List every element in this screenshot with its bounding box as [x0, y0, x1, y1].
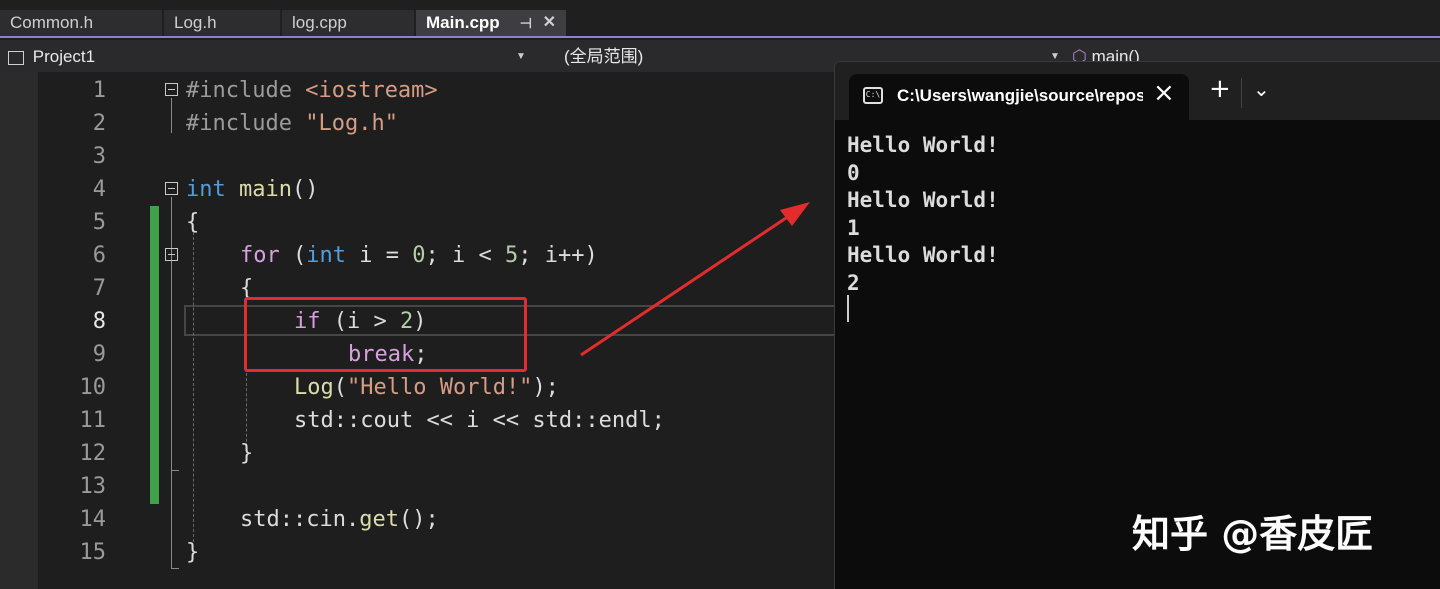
code-line-10: Log("Hello World!");	[294, 371, 559, 404]
tab-label: Common.h	[10, 13, 94, 32]
code-line-1: #include <iostream>	[186, 74, 438, 107]
line-number-current: 8	[92, 309, 106, 334]
chevron-down-icon[interactable]: ⌄	[1253, 76, 1270, 102]
type-keyword: int	[186, 177, 226, 202]
tab-label: Log.h	[174, 13, 217, 32]
line-number: 10	[79, 375, 107, 400]
chevron-down-icon: ▼	[516, 51, 526, 62]
code-text: ; i <	[425, 243, 505, 268]
line-number: 3	[92, 144, 106, 169]
pin-icon[interactable]: ⊣	[520, 10, 532, 36]
tab-common-h[interactable]: Common.h	[0, 10, 162, 36]
line-number: 6	[92, 243, 106, 268]
terminal-tab-bar: C:\ C:\Users\wangjie\source\repos × + ⌄	[835, 62, 1440, 120]
watermark: 知乎 @香皮匠	[1132, 512, 1374, 556]
brace: {	[186, 210, 200, 235]
terminal-output: Hello World! 0 Hello World! 1 Hello Worl…	[847, 132, 999, 297]
code-text: ; i++)	[518, 243, 598, 268]
close-icon[interactable]: ×	[1153, 80, 1175, 106]
number: 0	[412, 243, 426, 268]
output-line: Hello World!	[847, 133, 999, 157]
code-line-15: }	[186, 536, 199, 569]
code-text: i =	[346, 243, 413, 268]
code-text: std::cout << i << std::endl;	[294, 408, 665, 433]
output-line: 1	[847, 215, 860, 240]
code-line-12: }	[240, 437, 253, 470]
string-literal: "Hello World!"	[347, 375, 533, 400]
line-number: 7	[92, 276, 106, 301]
output-line: 2	[847, 270, 860, 295]
new-tab-button[interactable]: +	[1209, 76, 1231, 102]
code-text: );	[532, 375, 559, 400]
preprocessor-directive: #include	[186, 111, 292, 136]
line-number: 9	[92, 342, 106, 367]
function-name: main	[239, 177, 292, 202]
code-line-14: std::cin.get();	[240, 503, 439, 536]
annotation-highlight-box	[244, 297, 527, 372]
include-path: "Log.h"	[305, 111, 398, 136]
function-call: Log	[294, 375, 334, 400]
line-number: 2	[92, 111, 106, 136]
preprocessor-directive: #include	[186, 78, 292, 103]
glyph-margin	[0, 72, 38, 589]
project-dropdown[interactable]: Project1 ▼	[8, 44, 532, 70]
code-line-5: {	[186, 206, 199, 239]
code-line-2: #include "Log.h"	[186, 107, 398, 140]
type-keyword: int	[306, 243, 346, 268]
outline-guide-end	[171, 470, 179, 471]
close-icon[interactable]: ✕	[543, 10, 556, 36]
control-keyword: for	[240, 243, 280, 268]
terminal-icon: C:\	[863, 87, 883, 104]
output-line: Hello World!	[847, 243, 999, 267]
line-number: 4	[92, 177, 106, 202]
terminal-tab[interactable]: C:\ C:\Users\wangjie\source\repos ×	[849, 74, 1189, 120]
parens: ()	[291, 177, 319, 202]
output-line: Hello World!	[847, 188, 999, 212]
code-editor[interactable]: 1 2 3 4 5 6 7 8 9 10 11 12 13 14 15 #inc…	[38, 72, 834, 589]
collapse-icon[interactable]	[165, 83, 178, 96]
code-line-6: for (int i = 0; i < 5; i++)	[240, 239, 598, 272]
code-text: std::cin.	[240, 507, 360, 532]
paren: (	[333, 375, 347, 400]
brace: }	[186, 540, 200, 565]
function-call: get	[359, 507, 399, 532]
paren: (	[293, 243, 307, 268]
project-icon	[8, 50, 24, 65]
code-line-4: int main()	[186, 173, 318, 206]
document-tab-bar: Common.h Log.h log.cpp Main.cpp ⊣ ✕	[0, 0, 1440, 38]
brace: }	[240, 441, 254, 466]
line-number: 5	[92, 210, 106, 235]
code-line-11: std::cout << i << std::endl;	[294, 404, 665, 437]
collapse-icon[interactable]	[165, 182, 178, 195]
line-number: 11	[79, 408, 107, 433]
number: 5	[504, 243, 519, 268]
outline-guide-end	[171, 568, 179, 569]
tab-label: log.cpp	[292, 13, 347, 32]
project-label: Project1	[32, 47, 96, 66]
include-path: <iostream>	[305, 78, 438, 103]
line-number: 13	[79, 474, 107, 499]
change-tracking-bar	[150, 206, 159, 504]
code-text: ();	[398, 507, 439, 532]
line-number: 1	[92, 78, 106, 103]
scope-label: (全局范围)	[564, 47, 644, 66]
text-cursor	[847, 295, 849, 322]
tab-main-cpp[interactable]: Main.cpp ⊣ ✕	[416, 10, 566, 36]
line-number: 12	[79, 441, 107, 466]
separator	[1241, 78, 1242, 108]
tab-log-h[interactable]: Log.h	[164, 10, 280, 36]
line-number: 14	[79, 507, 107, 532]
tab-log-cpp[interactable]: log.cpp	[282, 10, 414, 36]
outline-guide	[171, 98, 172, 133]
line-number: 15	[79, 540, 107, 565]
tab-label: Main.cpp	[426, 13, 500, 32]
indent-guide	[193, 232, 194, 542]
output-line: 0	[847, 160, 860, 185]
terminal-title: C:\Users\wangjie\source\repos	[897, 86, 1143, 105]
collapse-icon[interactable]	[165, 248, 178, 261]
